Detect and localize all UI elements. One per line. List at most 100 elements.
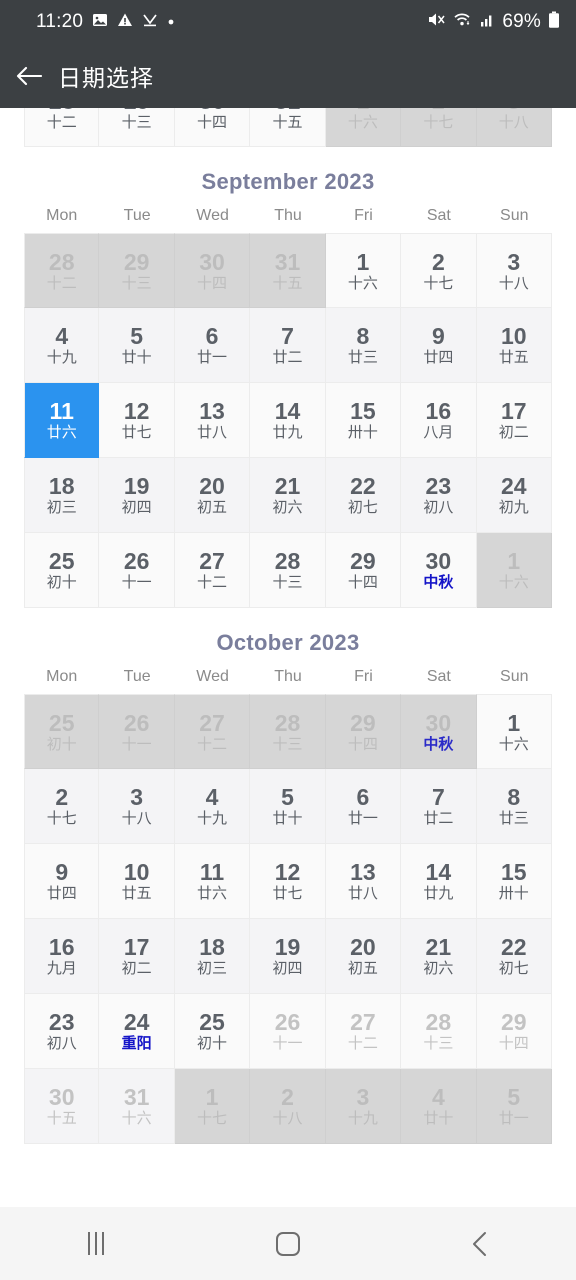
- calendar-day-cell[interactable]: 20 初五: [325, 919, 402, 994]
- calendar-day-cell[interactable]: 11 廿六: [174, 844, 251, 919]
- calendar-day-cell[interactable]: 23 初八: [24, 994, 100, 1069]
- calendar-day-cell[interactable]: 28十二: [24, 108, 100, 147]
- calendar-day-cell[interactable]: 21 初六: [401, 919, 477, 994]
- calendar-day-cell[interactable]: 17 初二: [476, 383, 552, 458]
- calendar-day-cell[interactable]: 27 十二: [325, 994, 402, 1069]
- calendar-day-cell[interactable]: 2十七: [401, 108, 477, 147]
- day-number: 22: [350, 473, 376, 499]
- calendar-day-cell[interactable]: 18 初三: [174, 919, 251, 994]
- calendar-day-cell[interactable]: 29 十四: [325, 533, 402, 608]
- calendar-day-cell[interactable]: 3 十九: [325, 1069, 402, 1144]
- calendar-day-cell[interactable]: 1十六: [476, 533, 552, 608]
- calendar-day-cell[interactable]: 2十七: [24, 769, 100, 844]
- calendar-day-cell[interactable]: 18 初三: [24, 458, 100, 533]
- calendar-day-cell[interactable]: 19 初四: [99, 458, 175, 533]
- calendar-day-cell[interactable]: 6 廿一: [174, 308, 251, 383]
- calendar-day-cell[interactable]: 3十八: [476, 108, 552, 147]
- calendar-day-cell[interactable]: 15 卅十: [325, 383, 402, 458]
- calendar-day-cell[interactable]: 8 廿三: [325, 308, 402, 383]
- calendar-scroll-area[interactable]: 28十二29十三30十四31十五1十六2十七3十八 September 2023…: [0, 108, 576, 1206]
- calendar-day-cell[interactable]: 27 十二: [174, 694, 251, 769]
- home-icon[interactable]: [243, 1217, 333, 1271]
- calendar-day-cell[interactable]: 31 十六: [99, 1069, 175, 1144]
- day-number: 1: [357, 108, 370, 113]
- day-number: 4: [431, 1084, 445, 1110]
- calendar-day-cell[interactable]: 28 十三: [250, 694, 326, 769]
- calendar-day-cell[interactable]: 24 重阳: [99, 994, 175, 1069]
- calendar-day-cell[interactable]: 24 初九: [476, 458, 552, 533]
- day-number: 3: [507, 108, 520, 113]
- lunar-label: 初四: [121, 499, 152, 516]
- lunar-label: 十三: [121, 274, 152, 292]
- calendar-day-cell[interactable]: 3十八: [99, 769, 175, 844]
- calendar-day-cell[interactable]: 11 廿六: [24, 383, 100, 458]
- calendar-day-cell[interactable]: 22 初七: [325, 458, 402, 533]
- calendar-day-cell[interactable]: 6 廿一: [325, 769, 402, 844]
- calendar-day-cell[interactable]: 27 十二: [174, 533, 251, 608]
- calendar-day-cell[interactable]: 5 廿十: [250, 769, 326, 844]
- calendar-day-cell[interactable]: 9 廿四: [24, 844, 100, 919]
- calendar-day-cell[interactable]: 13 廿八: [325, 844, 402, 919]
- calendar-day-cell[interactable]: 15 卅十: [476, 844, 552, 919]
- calendar-day-cell[interactable]: 30 十五: [24, 1069, 100, 1144]
- calendar-day-cell[interactable]: 4 廿十: [401, 1069, 477, 1144]
- calendar-day-cell[interactable]: 1十六: [476, 694, 552, 769]
- calendar-day-cell[interactable]: 29 十四: [476, 994, 552, 1069]
- calendar-day-cell[interactable]: 4 十九: [174, 769, 251, 844]
- calendar-day-cell[interactable]: 16 八月: [401, 383, 477, 458]
- calendar-day-cell[interactable]: 22 初七: [476, 919, 552, 994]
- calendar-day-cell[interactable]: 16 九月: [24, 919, 100, 994]
- calendar-day-cell[interactable]: 3十八: [476, 233, 552, 308]
- day-number: 14: [274, 398, 301, 424]
- calendar-day-cell[interactable]: 4 十九: [24, 308, 100, 383]
- calendar-day-cell[interactable]: 12 廿七: [250, 844, 326, 919]
- calendar-day-cell[interactable]: 1十六: [325, 108, 402, 147]
- calendar-day-cell[interactable]: 29十三: [99, 108, 175, 147]
- calendar-day-cell[interactable]: 23 初八: [401, 458, 477, 533]
- calendar-day-cell[interactable]: 10 廿五: [99, 844, 175, 919]
- calendar-day-cell[interactable]: 26 十一: [99, 694, 175, 769]
- calendar-day-cell[interactable]: 7 廿二: [401, 769, 477, 844]
- calendar-day-cell[interactable]: 5 廿十: [99, 308, 175, 383]
- calendar-day-cell[interactable]: 10 廿五: [476, 308, 552, 383]
- calendar-day-cell[interactable]: 21 初六: [250, 458, 326, 533]
- calendar-day-cell[interactable]: 30 中秋: [401, 694, 477, 769]
- calendar-day-cell[interactable]: 17 初二: [99, 919, 175, 994]
- calendar-day-cell[interactable]: 14 廿九: [401, 844, 477, 919]
- calendar-day-cell[interactable]: 28 十三: [401, 994, 477, 1069]
- back-arrow-icon[interactable]: [16, 63, 42, 89]
- calendar-day-cell[interactable]: 26 十一: [99, 533, 175, 608]
- calendar-day-cell[interactable]: 25 初十: [24, 694, 100, 769]
- calendar-day-cell[interactable]: 13 廿八: [174, 383, 251, 458]
- back-icon[interactable]: [435, 1217, 525, 1271]
- calendar-day-cell[interactable]: 5 廿一: [476, 1069, 552, 1144]
- calendar-day-cell[interactable]: 30 中秋: [401, 533, 477, 608]
- calendar-day-cell[interactable]: 9 廿四: [401, 308, 477, 383]
- calendar-day-cell[interactable]: 25 初十: [24, 533, 100, 608]
- calendar-day-cell[interactable]: 12 廿七: [99, 383, 175, 458]
- calendar-day-cell[interactable]: 29十三: [99, 233, 175, 308]
- calendar-day-cell[interactable]: 7 廿二: [250, 308, 326, 383]
- calendar-day-cell[interactable]: 1 十七: [174, 1069, 251, 1144]
- calendar-day-cell[interactable]: 20 初五: [174, 458, 251, 533]
- calendar-day-cell[interactable]: 26 十一: [250, 994, 326, 1069]
- calendar-day-cell[interactable]: 31十五: [250, 233, 326, 308]
- calendar-day-cell[interactable]: 14 廿九: [250, 383, 326, 458]
- recents-icon[interactable]: [51, 1217, 141, 1271]
- calendar-day-cell[interactable]: 28 十三: [250, 533, 326, 608]
- day-number: 30: [425, 548, 452, 574]
- calendar-day-cell[interactable]: 2 十八: [250, 1069, 326, 1144]
- calendar-day-cell[interactable]: 31十五: [250, 108, 326, 147]
- calendar-day-cell[interactable]: 2十七: [401, 233, 477, 308]
- calendar-day-cell[interactable]: 8 廿三: [476, 769, 552, 844]
- calendar-day-cell[interactable]: 30十四: [174, 108, 251, 147]
- calendar-day-cell[interactable]: 19 初四: [250, 919, 326, 994]
- calendar-day-cell[interactable]: 28十二: [24, 233, 100, 308]
- festival-label: 中秋: [423, 735, 454, 753]
- calendar-day-cell[interactable]: 29 十四: [325, 694, 402, 769]
- calendar-day-cell[interactable]: 1十六: [325, 233, 402, 308]
- calendar-day-cell[interactable]: 25 初十: [174, 994, 251, 1069]
- month-block: October 2023 Mon Tue Wed Thu Fri Sat Sun 25 初十 26 十…: [0, 608, 576, 1144]
- calendar-day-cell[interactable]: 30十四: [174, 233, 251, 308]
- day-number: 26: [123, 548, 150, 574]
